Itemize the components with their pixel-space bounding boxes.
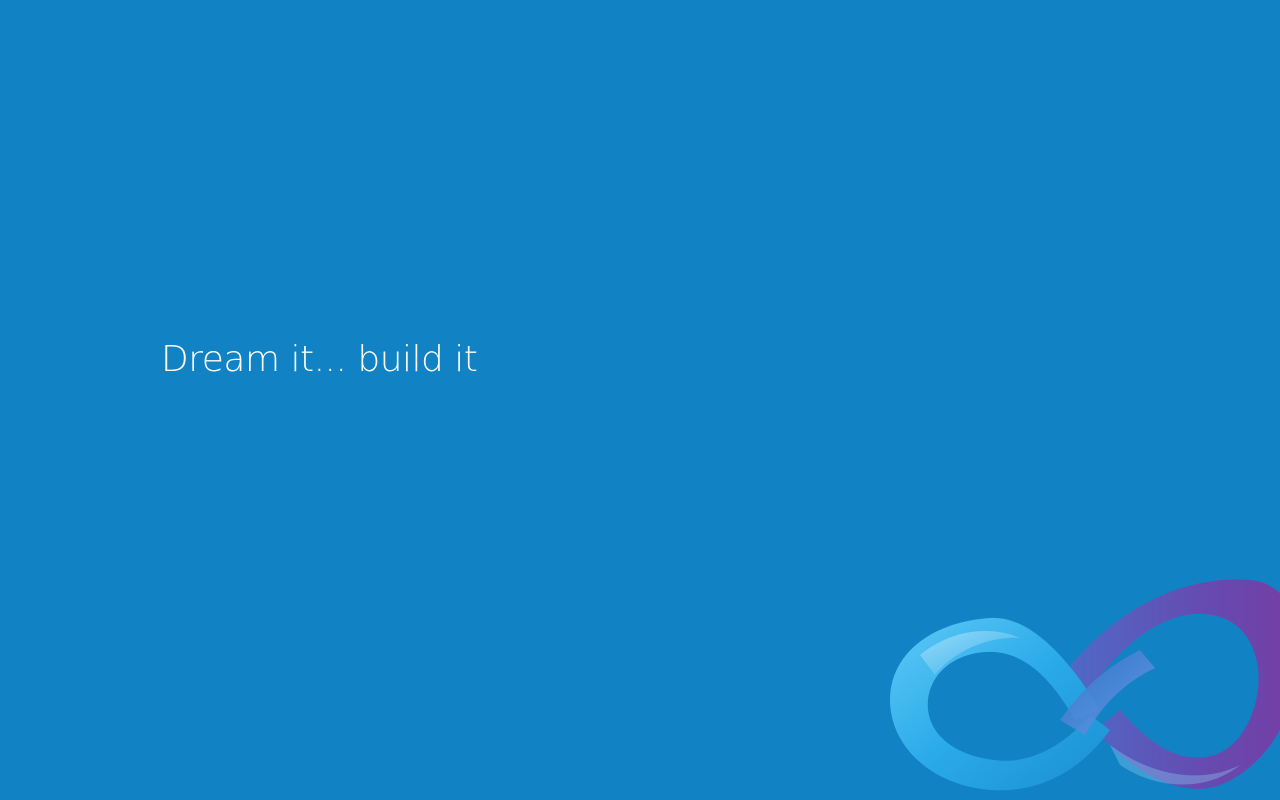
- desktop-wallpaper: Dream it... build it: [0, 0, 1280, 800]
- wallpaper-tagline: Dream it... build it: [161, 339, 478, 380]
- infinity-ribbon-icon: [880, 570, 1280, 800]
